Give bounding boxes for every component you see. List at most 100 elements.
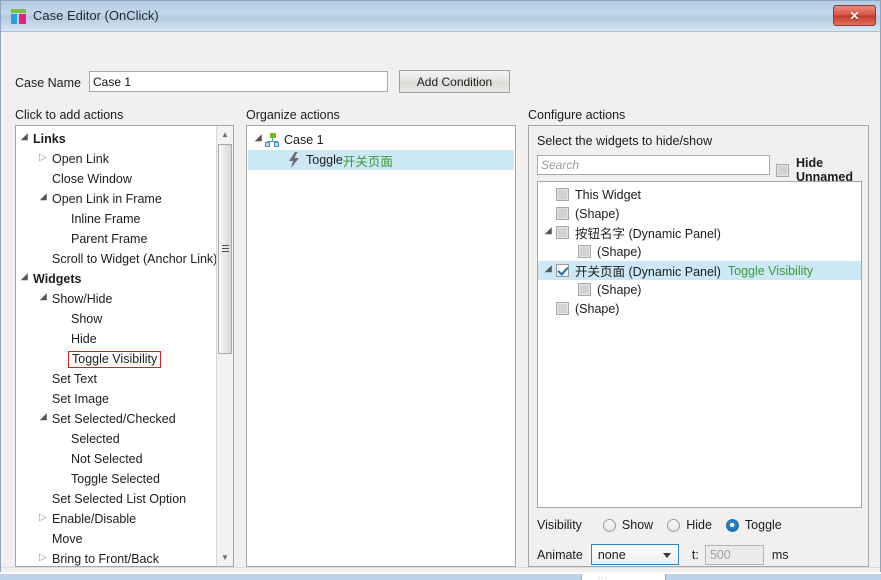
expand-arrow-closed-icon[interactable] — [37, 149, 50, 169]
action-tree-item[interactable]: Set Image — [16, 389, 217, 409]
action-tree-item-label: Set Image — [52, 392, 109, 406]
window-content: Case Name Add Condition Click to add act… — [1, 32, 880, 580]
animate-select[interactable]: none — [590, 544, 679, 565]
widget-list-row[interactable]: (Shape) — [538, 242, 861, 261]
peek-dots: ··· — [598, 575, 608, 580]
radio-toggle[interactable] — [725, 518, 739, 532]
action-tree-item-label: Bring to Front/Back — [52, 552, 159, 566]
action-tree-item-label: Toggle Visibility — [68, 350, 162, 368]
expand-arrow-closed-icon[interactable] — [37, 509, 50, 529]
scrollbar-thumb[interactable] — [218, 144, 232, 354]
widget-list[interactable]: This Widget (Shape) 按钮名字 (Dynamic Panel) (S… — [537, 181, 862, 508]
action-tree-item[interactable]: Not Selected — [16, 449, 217, 469]
action-tree-item[interactable]: Show/Hide — [16, 289, 217, 309]
scroll-up-icon[interactable]: ▲ — [217, 126, 233, 143]
expand-arrow-open-icon[interactable] — [18, 269, 31, 289]
widget-label: (Shape) — [575, 301, 620, 316]
organize-action-row[interactable]: Toggle 开关页面 — [248, 150, 514, 170]
action-tree-item[interactable]: Hide — [16, 329, 217, 349]
expand-arrow-open-icon[interactable] — [18, 129, 31, 149]
action-tree-item[interactable]: Set Text — [16, 369, 217, 389]
widget-list-row[interactable]: This Widget — [538, 185, 861, 204]
hide-unnamed-checkbox-row[interactable]: Hide Unnamed — [776, 156, 868, 184]
window-title: Case Editor (OnClick) — [33, 8, 159, 23]
expand-arrow-open-icon[interactable] — [37, 289, 50, 309]
middle-column-header: Organize actions — [246, 108, 340, 122]
widget-checkbox[interactable] — [556, 226, 569, 239]
right-column-header: Configure actions — [528, 108, 626, 122]
expand-arrow-open-icon[interactable] — [37, 189, 50, 209]
widget-checkbox[interactable] — [578, 283, 591, 296]
action-tree-item[interactable]: Scroll to Widget (Anchor Link) — [16, 249, 217, 269]
visibility-label: Visibility — [537, 518, 582, 532]
screen-root: Case Editor (OnClick) ✕ Case Name Add Co… — [0, 0, 881, 580]
widget-list-row[interactable]: 按钮名字 (Dynamic Panel) — [538, 223, 861, 242]
hide-unnamed-checkbox[interactable] — [776, 163, 789, 177]
action-tree-item-label: Toggle Selected — [71, 472, 160, 486]
action-tree-item-label: Close Window — [52, 172, 132, 186]
widget-checkbox[interactable] — [556, 302, 569, 315]
widget-label: This Widget — [575, 187, 641, 202]
widget-list-row[interactable]: (Shape) — [538, 280, 861, 299]
action-tree-item[interactable]: Move — [16, 529, 217, 549]
case-name-input[interactable] — [89, 71, 388, 92]
expand-arrow-open-icon[interactable] — [542, 223, 556, 242]
widget-list-row[interactable]: 开关页面 (Dynamic Panel) Toggle Visibility — [538, 261, 861, 280]
visibility-option-show[interactable]: Show — [602, 518, 653, 532]
hide-unnamed-label: Hide Unnamed — [796, 156, 853, 184]
action-tree-item[interactable]: Open Link — [16, 149, 217, 169]
organize-action-row[interactable]: Case 1 — [248, 130, 514, 150]
time-input[interactable] — [704, 544, 764, 565]
expand-arrow-open-icon[interactable] — [252, 130, 265, 150]
time-unit-label: ms — [771, 547, 789, 562]
widget-list-row[interactable]: (Shape) — [538, 299, 861, 318]
organize-actions-tree[interactable]: Case 1 Toggle 开关页面 — [247, 126, 515, 566]
action-tree-item[interactable]: Parent Frame — [16, 229, 217, 249]
radio-hide[interactable] — [667, 518, 681, 532]
widget-list-row[interactable]: (Shape) — [538, 204, 861, 223]
left-column-header: Click to add actions — [15, 108, 124, 122]
action-tree-item[interactable]: Enable/Disable — [16, 509, 217, 529]
footer-separator — [1, 567, 880, 568]
action-tree-item[interactable]: Close Window — [16, 169, 217, 189]
action-tree-item[interactable]: Selected — [16, 429, 217, 449]
animate-select-value: none — [597, 547, 626, 562]
action-tree-item[interactable]: Toggle Visibility — [16, 349, 217, 369]
action-tree-item-label: Not Selected — [71, 452, 143, 466]
visibility-option-toggle[interactable]: Toggle — [725, 518, 782, 532]
visibility-option-hide[interactable]: Hide — [667, 518, 712, 532]
action-tree-item-label: Set Selected/Checked — [52, 412, 176, 426]
configure-actions-panel: Select the widgets to hide/show Hide Unn… — [528, 125, 869, 580]
action-tree-item[interactable]: Inline Frame — [16, 209, 217, 229]
action-tree-item-label: Widgets — [33, 272, 82, 286]
action-tree-item[interactable]: Toggle Selected — [16, 469, 217, 489]
action-tree-item[interactable]: Widgets — [16, 269, 217, 289]
action-tree-item[interactable]: Links — [16, 129, 217, 149]
action-tree-item[interactable]: Open Link in Frame — [16, 189, 217, 209]
widget-checkbox[interactable] — [556, 188, 569, 201]
close-window-button[interactable]: ✕ — [833, 5, 876, 26]
action-tree-item[interactable]: Set Selected/Checked — [16, 409, 217, 429]
add-condition-button[interactable]: Add Condition — [399, 70, 510, 93]
search-input[interactable] — [537, 155, 770, 175]
action-tree-item[interactable]: Set Selected List Option — [16, 489, 217, 509]
widget-checkbox[interactable] — [578, 245, 591, 258]
action-tree-item-label: Hide — [71, 332, 97, 346]
expand-arrow-open-icon[interactable] — [542, 261, 556, 280]
actions-tree-scrollbar[interactable]: ▲ ▼ — [216, 126, 233, 566]
widget-checkbox[interactable] — [556, 264, 569, 277]
action-tree-item[interactable]: Bring to Front/Back — [16, 549, 217, 566]
widget-checkbox[interactable] — [556, 207, 569, 220]
action-tree-item[interactable]: Show — [16, 309, 217, 329]
actions-tree[interactable]: Links Open Link Close Window Open Link in F… — [16, 126, 233, 566]
action-tree-item-label: Scroll to Widget (Anchor Link) — [52, 252, 218, 266]
scroll-down-icon[interactable]: ▼ — [217, 549, 233, 566]
radio-show[interactable] — [602, 518, 616, 532]
organize-action-target: 开关页面 — [342, 154, 393, 169]
expand-arrow-closed-icon[interactable] — [37, 549, 50, 566]
expand-arrow-open-icon[interactable] — [37, 409, 50, 429]
